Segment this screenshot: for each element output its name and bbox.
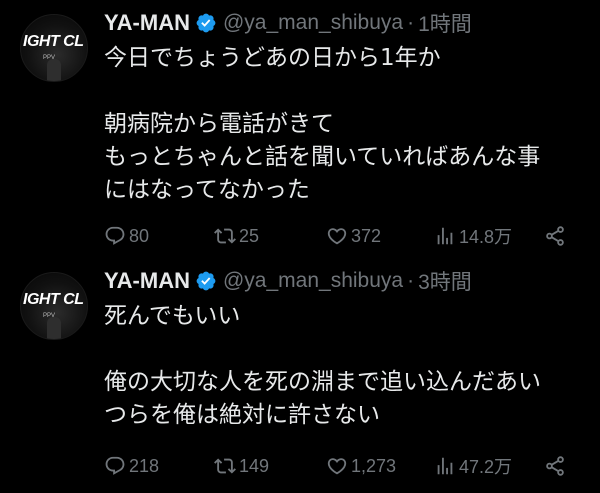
views-button[interactable]: 14.8万 [434, 221, 512, 251]
like-button[interactable]: 372 [326, 221, 381, 251]
like-count: 372 [351, 225, 382, 246]
author-handle[interactable]: @ya_man_shibuya [223, 11, 403, 35]
tweet-line: つらを俺は絶対に許さない [104, 402, 380, 428]
tweet-line: 死んでもいい [104, 303, 241, 329]
author-handle[interactable]: @ya_man_shibuya [223, 269, 403, 293]
author-name[interactable]: YA-MAN [104, 10, 190, 36]
retweet-count: 149 [239, 455, 270, 476]
timestamp[interactable]: 1時間 [418, 8, 472, 38]
verified-badge-icon [196, 13, 216, 33]
retweet-button[interactable]: 25 [214, 221, 259, 251]
share-icon [546, 226, 564, 246]
views-count: 47.2万 [459, 457, 513, 477]
tweet[interactable]: IGHT CL PPV YA-MAN @ya_man_shibuya · 3時間… [0, 258, 600, 493]
reply-button[interactable]: 80 [104, 221, 149, 251]
timestamp[interactable]: 3時間 [418, 266, 472, 296]
tweet-text: 死んでもいい 俺の大切な人を死の淵まで追い込んだあい つらを俺は絶対に許さない [104, 300, 584, 432]
like-icon [327, 228, 347, 245]
action-bar: 218 149 1,273 47.2万 [104, 451, 574, 481]
separator-dot: · [407, 11, 415, 34]
avatar-logo-text: IGHT CL [23, 291, 84, 308]
tweet[interactable]: IGHT CL PPV YA-MAN @ya_man_shibuya · 1時間… [0, 0, 600, 258]
retweet-icon [214, 228, 236, 244]
reply-count: 218 [129, 455, 160, 476]
avatar[interactable]: IGHT CL PPV [20, 272, 88, 340]
views-button[interactable]: 47.2万 [434, 451, 512, 481]
tweet-line: もっとちゃんと話を聞いていればあんな事 [104, 144, 541, 170]
reply-button[interactable]: 218 [104, 451, 159, 481]
avatar-logo-text: IGHT CL [23, 33, 84, 50]
like-count: 1,273 [351, 455, 397, 476]
views-count: 14.8万 [459, 227, 513, 247]
reply-icon [105, 226, 125, 245]
tweet-line: 朝病院から電話がきて [104, 111, 334, 137]
like-button[interactable]: 1,273 [326, 451, 396, 481]
retweet-count: 25 [239, 225, 260, 246]
views-icon [437, 227, 453, 245]
tweet-text: 今日でちょうどあの日から1年か 朝病院から電話がきて もっとちゃんと話を聞いてい… [104, 42, 584, 207]
like-icon [327, 458, 347, 475]
reply-count: 80 [129, 225, 150, 246]
retweet-icon [214, 458, 236, 474]
tweet-line: 俺の大切な人を死の淵まで追い込んだあい [104, 369, 541, 395]
avatar[interactable]: IGHT CL PPV [20, 14, 88, 82]
separator-dot: · [407, 269, 415, 292]
avatar-figure [47, 59, 61, 81]
share-icon [546, 456, 564, 476]
reply-icon [105, 456, 125, 475]
retweet-button[interactable]: 149 [214, 451, 269, 481]
author-name[interactable]: YA-MAN [104, 268, 190, 294]
avatar-figure [47, 317, 61, 339]
tweet-header: YA-MAN @ya_man_shibuya · 3時間 [104, 266, 472, 296]
tweet-header: YA-MAN @ya_man_shibuya · 1時間 [104, 8, 472, 38]
tweet-line: にはなってなかった [104, 177, 310, 203]
views-icon [437, 457, 453, 475]
share-button[interactable] [544, 221, 569, 251]
verified-badge-icon [196, 271, 216, 291]
share-button[interactable] [544, 451, 569, 481]
tweet-line: 今日でちょうどあの日から1年か [104, 45, 441, 71]
action-bar: 80 25 372 14.8万 [104, 221, 574, 251]
